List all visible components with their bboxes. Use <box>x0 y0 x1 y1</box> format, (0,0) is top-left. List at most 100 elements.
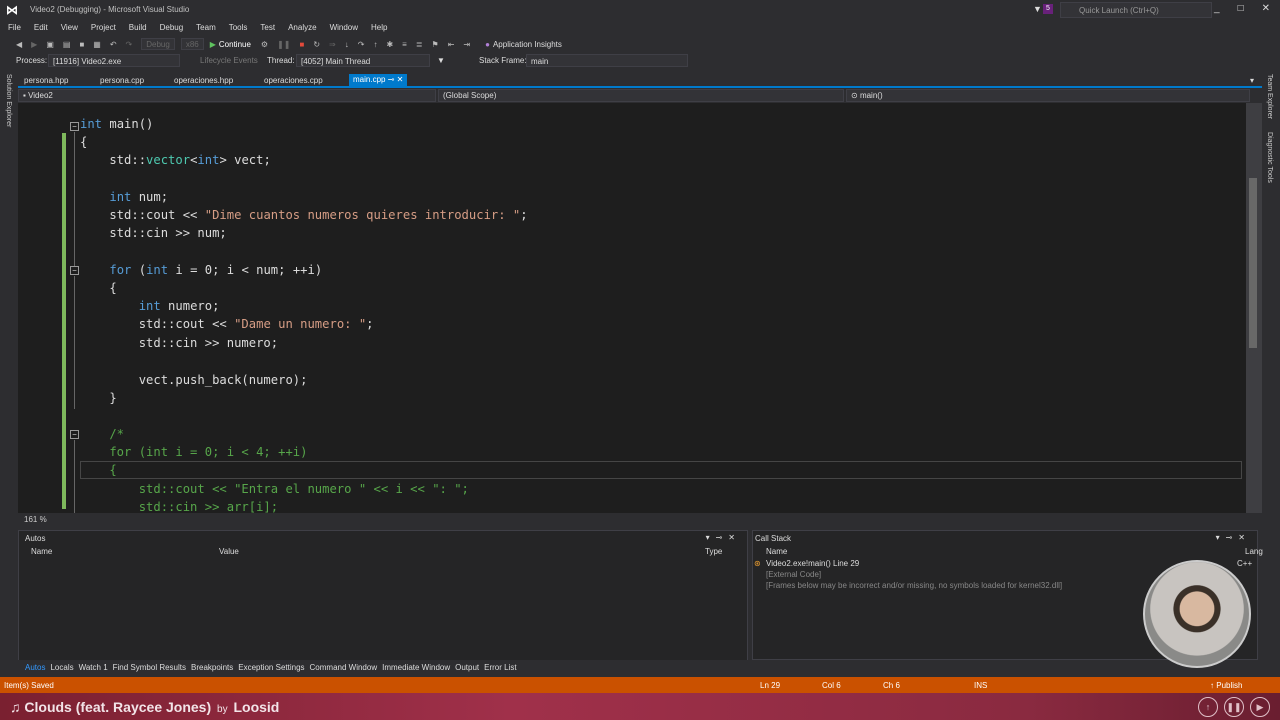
solution-config-select[interactable]: Debug <box>141 38 175 50</box>
autos-column-value[interactable]: Value <box>219 547 239 556</box>
close-button[interactable]: ✕ <box>1262 3 1270 14</box>
menu-build[interactable]: Build <box>129 23 147 35</box>
back-icon[interactable]: ◀ <box>16 40 22 49</box>
code-line[interactable]: std::cin >> num; <box>80 224 226 242</box>
autos-column-name[interactable]: Name <box>31 547 52 556</box>
code-line[interactable]: std::vector<int> vect; <box>80 151 270 169</box>
upload-icon[interactable]: ↑ <box>1198 697 1218 717</box>
minimize-button[interactable]: _ <box>1214 3 1220 14</box>
tab-list-dropdown-icon[interactable]: ▾ <box>1250 76 1254 88</box>
save-all-icon[interactable]: ▦ <box>93 40 101 49</box>
menu-test[interactable]: Test <box>260 23 275 35</box>
application-insights-button[interactable]: ● Application Insights <box>485 40 562 49</box>
code-line[interactable]: std::cout << "Entra el numero " << i << … <box>80 480 469 498</box>
code-line[interactable]: /* <box>80 425 124 443</box>
break-all-icon[interactable]: ❚❚ <box>277 40 290 49</box>
menu-help[interactable]: Help <box>371 23 387 35</box>
undo-icon[interactable]: ↶ <box>110 40 117 49</box>
quick-launch-input[interactable]: Quick Launch (Ctrl+Q) <box>1060 2 1212 18</box>
process-select[interactable]: [11916] Video2.exe <box>48 54 180 67</box>
call-stack-row[interactable]: [Frames below may be incorrect and/or mi… <box>766 581 1062 590</box>
menu-window[interactable]: Window <box>330 23 358 35</box>
code-line[interactable]: int main() <box>80 115 153 133</box>
tab-main-cpp[interactable]: main.cpp ⊸ ✕ <box>349 74 408 88</box>
diagnostic-tools-tab[interactable]: Diagnostic Tools <box>1266 132 1273 183</box>
skip-icon[interactable]: ▶ <box>1250 697 1270 717</box>
hex-display-icon[interactable]: ✱ <box>386 40 393 49</box>
tab-find-symbol-results[interactable]: Find Symbol Results <box>113 663 186 672</box>
editor-vertical-scrollbar[interactable] <box>1246 103 1262 513</box>
code-line[interactable]: for (int i = 0; i < num; ++i) <box>80 261 322 279</box>
tab-watch-1[interactable]: Watch 1 <box>79 663 108 672</box>
code-line[interactable]: int numero; <box>80 297 220 315</box>
solution-platform-select[interactable]: x86 <box>180 38 204 50</box>
uncomment-icon[interactable]: ≣ <box>416 40 423 49</box>
code-line[interactable]: std::cin >> arr[i]; <box>80 498 278 513</box>
pause-icon[interactable]: ❚❚ <box>1224 697 1244 717</box>
project-dropdown[interactable]: ▪ Video2 <box>18 89 436 102</box>
team-explorer-tab[interactable]: Team Explorer <box>1266 74 1273 119</box>
save-icon[interactable]: ■ <box>79 40 84 49</box>
collapse-for-icon[interactable]: − <box>70 266 79 275</box>
tab-output[interactable]: Output <box>455 663 479 672</box>
step-out-icon[interactable]: ↑ <box>373 40 377 49</box>
code-line[interactable]: for (int i = 0; i < 4; ++i) <box>80 443 307 461</box>
menu-debug[interactable]: Debug <box>160 23 184 35</box>
tab-operaciones-cpp[interactable]: operaciones.cpp <box>264 76 323 88</box>
code-line[interactable]: { <box>80 133 87 151</box>
maximize-button[interactable]: □ <box>1238 3 1244 14</box>
step-over-icon[interactable]: ↷ <box>358 40 365 49</box>
code-editor[interactable]: − − − int main() { std::vector<int> vect… <box>18 103 1246 513</box>
tab-operaciones-hpp[interactable]: operaciones.hpp <box>174 76 233 88</box>
autos-panel-controls[interactable]: ▾⊸✕ <box>706 533 741 542</box>
notifications-flag-icon[interactable]: ▼ <box>1033 4 1042 14</box>
menu-file[interactable]: File <box>8 23 21 35</box>
lifecycle-events-button[interactable]: Lifecycle Events <box>200 56 258 65</box>
tab-immediate-window[interactable]: Immediate Window <box>382 663 450 672</box>
stop-debugging-icon[interactable]: ■ <box>300 40 305 49</box>
call-stack-row[interactable]: Video2.exe!main() Line 29 <box>766 559 859 568</box>
code-line[interactable]: } <box>80 389 116 407</box>
autos-column-type[interactable]: Type <box>705 547 722 556</box>
menu-project[interactable]: Project <box>91 23 116 35</box>
forward-icon[interactable]: ▶ <box>31 40 37 49</box>
attach-icon[interactable]: ⚙ <box>261 40 268 49</box>
bookmark-prev-icon[interactable]: ⇤ <box>448 40 455 49</box>
continue-button[interactable]: ▶ Continue <box>210 40 251 49</box>
zoom-level-select[interactable]: 161 % <box>24 515 47 524</box>
code-line[interactable]: vect.push_back(numero); <box>80 371 308 389</box>
notification-badge[interactable]: 5 <box>1043 4 1053 14</box>
solution-explorer-tab[interactable]: Solution Explorer <box>5 74 12 127</box>
collapse-main-icon[interactable]: − <box>70 122 79 131</box>
menu-edit[interactable]: Edit <box>34 23 48 35</box>
open-file-icon[interactable]: ▤ <box>63 40 71 49</box>
code-line[interactable]: std::cout << "Dame un numero: "; <box>80 315 374 333</box>
code-line[interactable]: { <box>80 461 116 479</box>
editor-gutter[interactable]: − − − <box>18 103 80 513</box>
tab-autos[interactable]: Autos <box>25 663 45 672</box>
bookmark-icon[interactable]: ⚑ <box>432 40 439 49</box>
step-into-icon[interactable]: ↓ <box>345 40 349 49</box>
redo-icon[interactable]: ↷ <box>126 40 133 49</box>
menu-analyze[interactable]: Analyze <box>288 23 316 35</box>
tab-persona-cpp[interactable]: persona.cpp <box>100 76 144 88</box>
tab-close-icon[interactable]: ✕ <box>397 75 404 84</box>
collapse-comment-icon[interactable]: − <box>70 430 79 439</box>
stack-frame-select[interactable]: main <box>526 54 688 67</box>
new-project-icon[interactable]: ▣ <box>46 40 54 49</box>
comment-icon[interactable]: ≡ <box>402 40 407 49</box>
autos-body[interactable] <box>19 558 747 660</box>
menu-tools[interactable]: Tools <box>229 23 248 35</box>
menu-team[interactable]: Team <box>196 23 216 35</box>
tab-exception-settings[interactable]: Exception Settings <box>238 663 304 672</box>
tab-command-window[interactable]: Command Window <box>310 663 378 672</box>
menu-view[interactable]: View <box>61 23 78 35</box>
tab-error-list[interactable]: Error List <box>484 663 516 672</box>
code-line[interactable]: { <box>80 279 116 297</box>
tab-persona-hpp[interactable]: persona.hpp <box>24 76 68 88</box>
publish-button[interactable]: ↑ Publish <box>1210 681 1242 690</box>
scrollbar-thumb[interactable] <box>1249 178 1257 348</box>
code-line[interactable]: std::cout << "Dime cuantos numeros quier… <box>80 206 527 224</box>
restart-icon[interactable]: ↻ <box>313 40 320 49</box>
scope-dropdown[interactable]: (Global Scope) <box>438 89 844 102</box>
